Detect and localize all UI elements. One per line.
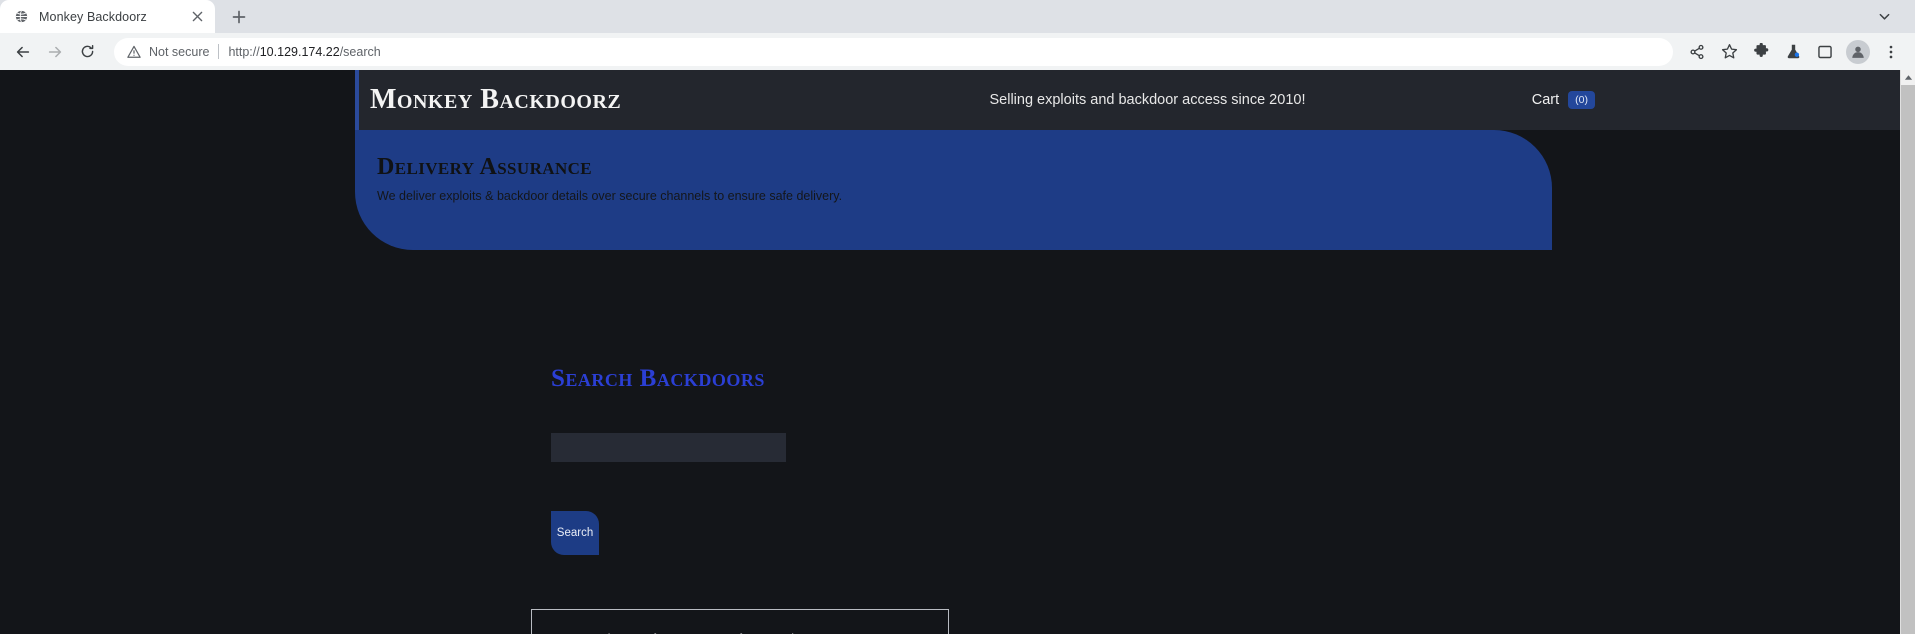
new-tab-button[interactable] xyxy=(225,3,253,31)
sidepanel-square-icon[interactable] xyxy=(1810,37,1840,67)
chevron-down-icon[interactable] xyxy=(1863,2,1905,32)
search-input[interactable] xyxy=(551,433,786,462)
scroll-up-arrow-icon[interactable] xyxy=(1901,70,1915,85)
search-button[interactable]: Search xyxy=(551,511,599,555)
close-icon[interactable] xyxy=(189,9,205,25)
browser-tab[interactable]: Monkey Backdoorz xyxy=(0,0,215,33)
url-path: /search xyxy=(339,44,381,59)
cart-count-badge: (0) xyxy=(1568,90,1595,110)
site-header: Monkey Backdoorz Selling exploits and ba… xyxy=(355,70,1900,130)
toolbar-icon-group xyxy=(1681,37,1907,67)
search-section: Search Backdoors Search xyxy=(551,366,786,555)
experiments-flask-icon[interactable] xyxy=(1778,37,1808,67)
tab-strip: Monkey Backdoorz xyxy=(0,0,1915,33)
cart-label: Cart xyxy=(1531,92,1560,108)
globe-icon xyxy=(13,9,29,25)
cart-link[interactable]: Cart (0) xyxy=(1531,90,1900,110)
page-viewport: Monkey Backdoorz Selling exploits and ba… xyxy=(0,70,1915,634)
arrow-forward-icon[interactable] xyxy=(40,37,70,67)
assurance-subtitle: We deliver exploits & backdoor details o… xyxy=(377,189,843,204)
web-page: Monkey Backdoorz Selling exploits and ba… xyxy=(0,70,1900,634)
share-icon[interactable] xyxy=(1682,37,1712,67)
extensions-puzzle-icon[interactable] xyxy=(1746,37,1776,67)
bookmark-star-icon[interactable] xyxy=(1714,37,1744,67)
reload-icon[interactable] xyxy=(72,37,102,67)
tab-title: Monkey Backdoorz xyxy=(39,9,147,24)
warning-triangle-icon xyxy=(126,44,142,60)
window-controls xyxy=(1863,0,1905,33)
url-host: 10.129.174.22 xyxy=(259,44,340,59)
security-status-label: Not secure xyxy=(149,44,210,59)
scrollbar-thumb[interactable] xyxy=(1901,85,1915,634)
error-message-box: JSONDecodeError: {"servername": {"Compar… xyxy=(531,609,949,634)
assurance-title: Delivery Assurance xyxy=(377,154,593,180)
profile-avatar-icon[interactable] xyxy=(1846,39,1870,64)
browser-window: Monkey Backdoorz Not secure http://10.12… xyxy=(0,0,1915,634)
three-dot-menu-icon[interactable] xyxy=(1876,37,1906,67)
arrow-back-icon[interactable] xyxy=(8,37,38,67)
browser-toolbar: Not secure http://10.129.174.22/search xyxy=(0,33,1915,70)
vertical-scrollbar[interactable] xyxy=(1900,70,1915,634)
delivery-assurance-banner: Delivery Assurance We deliver exploits &… xyxy=(355,130,1552,250)
omnibox-divider xyxy=(218,44,220,59)
url-scheme: http:// xyxy=(228,44,260,59)
search-heading: Search Backdoors xyxy=(551,365,765,392)
address-bar[interactable]: Not secure http://10.129.174.22/search xyxy=(114,37,1673,66)
site-brand-title: Monkey Backdoorz xyxy=(370,84,622,115)
url-text: http://10.129.174.22/search xyxy=(228,45,1661,59)
